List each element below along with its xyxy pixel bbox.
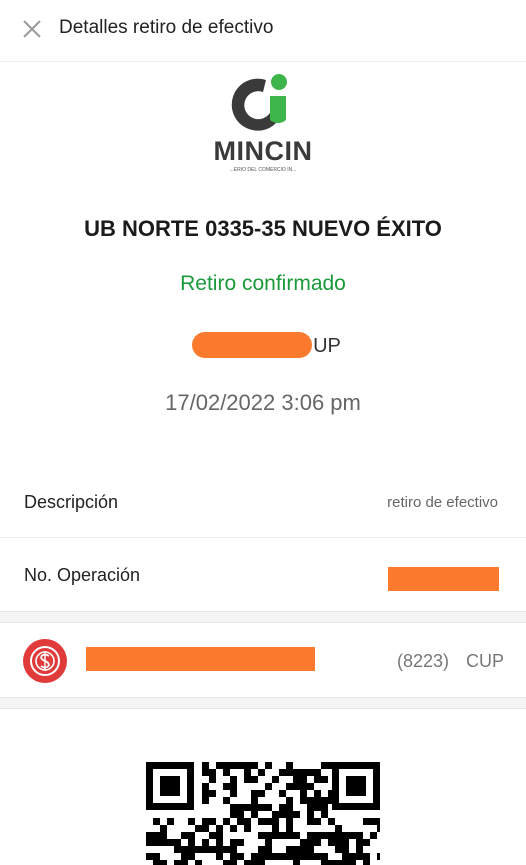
- section-divider: [0, 611, 526, 623]
- logo-subtitle: ...ERIO DEL COMERCIO IN...: [229, 167, 297, 173]
- mincin-logo: MINCIN ...ERIO DEL COMERCIO IN...: [206, 68, 320, 180]
- detail-row-description: Descripción retiro de efectivo: [0, 466, 526, 538]
- card-number: (8223): [397, 651, 450, 671]
- card-row[interactable]: (8223) CUP: [0, 623, 526, 697]
- merchant-name: UB NORTE 0335-35 NUEVO ÉXITO: [84, 216, 442, 241]
- amount-redaction: [192, 332, 312, 358]
- description-value: retiro de efectivo: [387, 494, 498, 511]
- transaction-status: Retiro confirmado: [180, 272, 346, 295]
- description-label: Descripción: [24, 492, 119, 512]
- logo-text: MINCIN: [213, 136, 313, 166]
- bank-card-icon: [23, 639, 67, 683]
- transaction-datetime: 17/02/2022 3:06 pm: [165, 390, 361, 415]
- section-divider: [0, 697, 526, 709]
- card-currency: CUP: [466, 651, 505, 671]
- page-title: Detalles retiro de efectivo: [59, 17, 274, 38]
- qr-code: [146, 762, 380, 865]
- detail-row-operation: No. Operación: [0, 539, 526, 611]
- close-icon[interactable]: [19, 16, 45, 42]
- card-name-redaction: [86, 647, 315, 671]
- operation-label: No. Operación: [24, 565, 141, 585]
- header-bar: Detalles retiro de efectivo: [0, 0, 526, 62]
- mincin-logo-mark: [231, 74, 287, 131]
- operation-redaction: [388, 567, 499, 591]
- amount-currency: UP: [313, 335, 341, 357]
